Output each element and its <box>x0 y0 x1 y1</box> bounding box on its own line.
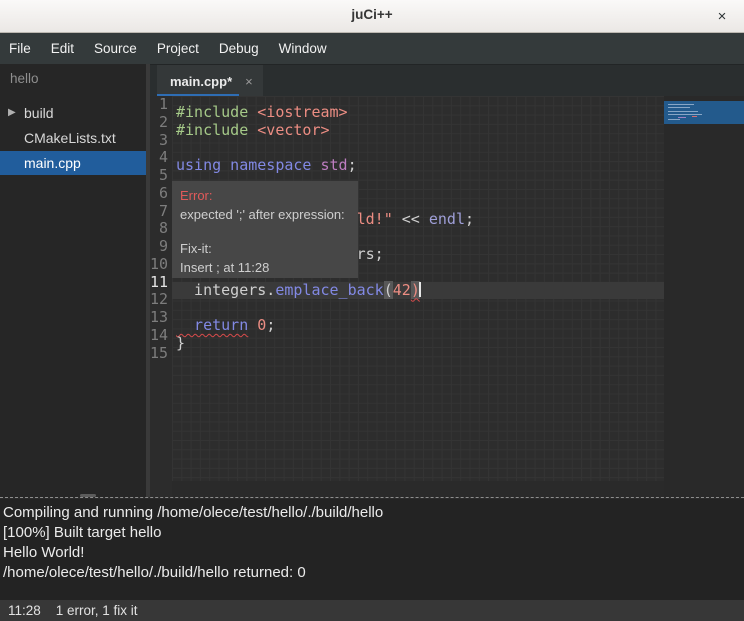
tooltip-error-title: Error: <box>180 186 350 205</box>
tab-close-icon[interactable]: × <box>245 74 253 89</box>
tree-item-main-cpp[interactable]: main.cpp <box>0 151 146 175</box>
splitter-handle[interactable] <box>80 494 96 497</box>
line-number: 2 <box>150 114 172 132</box>
cursor-position: 11:28 <box>8 603 41 618</box>
line-number: 10 <box>150 256 172 274</box>
code-token: std <box>321 156 348 174</box>
line-number: 9 <box>150 238 172 256</box>
project-sidebar: hello ▶ build CMakeLists.txt main.cpp <box>0 64 146 497</box>
line-number: 4 <box>150 149 172 167</box>
tree-item-label: main.cpp <box>24 155 81 171</box>
line-number: 5 <box>150 167 172 185</box>
line-number: 13 <box>150 309 172 327</box>
terminal-line: Hello World! <box>3 543 744 563</box>
code-token: <iostream> <box>257 103 347 121</box>
code-token <box>248 316 257 334</box>
code-area[interactable]: #include <iostream>#include <vector> usin… <box>172 96 664 497</box>
line-number: 14 <box>150 327 172 345</box>
code-token: #include <box>176 121 257 139</box>
code-token: << <box>393 210 429 228</box>
code-token: 0 <box>257 316 266 334</box>
minimap-code-mark <box>668 111 698 112</box>
minimap-code-mark <box>668 114 702 115</box>
minimap-code-mark <box>668 119 680 120</box>
code-line[interactable]: } <box>172 335 664 353</box>
juci-window: juCi++ × File Edit Source Project Debug … <box>0 0 744 621</box>
terminal-line: Compiling and running /home/olece/test/h… <box>3 503 744 523</box>
line-number: 11 <box>150 274 172 292</box>
terminal-output[interactable]: Compiling and running /home/olece/test/h… <box>0 499 744 600</box>
tooltip-error-message: expected ';' after expression: <box>180 205 350 224</box>
line-number: 1 <box>150 96 172 114</box>
code-line[interactable]: using namespace std; <box>172 157 664 175</box>
code-line[interactable]: #include <iostream> <box>172 104 664 122</box>
code-token: <vector> <box>257 121 329 139</box>
minimap-code-mark <box>668 104 694 105</box>
line-number: 12 <box>150 291 172 309</box>
tabbar: main.cpp* × <box>150 64 744 96</box>
menu-file[interactable]: File <box>0 33 41 64</box>
source-editor[interactable]: 123456789101112131415 #include <iostream… <box>150 96 744 497</box>
code-line[interactable]: integers.emplace_back(42) <box>172 282 664 300</box>
line-number: 8 <box>150 220 172 238</box>
close-window-button[interactable]: × <box>710 5 734 29</box>
tooltip-fixit-title: Fix-it: <box>180 239 350 258</box>
code-token: 42 <box>393 281 411 299</box>
menu-debug[interactable]: Debug <box>209 33 269 64</box>
tooltip-fixit-message: Insert ; at 11:28 <box>180 258 350 277</box>
tree-item-label: CMakeLists.txt <box>24 130 116 146</box>
code-token: ; <box>348 156 357 174</box>
tab-main-cpp[interactable]: main.cpp* × <box>157 65 263 97</box>
text-cursor <box>419 282 421 297</box>
diagnostics-summary: 1 error, 1 fix it <box>56 603 138 618</box>
menu-window[interactable]: Window <box>269 33 337 64</box>
minimap-code-mark <box>668 107 690 108</box>
tree-item-cmakelists[interactable]: CMakeLists.txt <box>0 126 146 150</box>
code-token: using namespace <box>176 156 321 174</box>
code-line[interactable]: #include <vector> <box>172 122 664 140</box>
minimap[interactable] <box>664 96 744 497</box>
line-number: 15 <box>150 345 172 363</box>
editor-bottom-strip <box>172 481 664 497</box>
tab-label: main.cpp* <box>170 74 232 89</box>
minimap-viewport[interactable] <box>664 101 744 124</box>
code-token: return <box>176 316 248 334</box>
file-tree: ▶ build CMakeLists.txt main.cpp <box>0 101 146 175</box>
line-number: 3 <box>150 132 172 150</box>
code-line[interactable] <box>172 299 664 317</box>
tooltip-gap <box>180 224 350 239</box>
line-number: 6 <box>150 185 172 203</box>
code-token: integers. <box>176 281 275 299</box>
code-token: endl <box>429 210 465 228</box>
menu-source[interactable]: Source <box>84 33 147 64</box>
menubar: File Edit Source Project Debug Window <box>0 33 744 64</box>
code-line[interactable]: return 0; <box>172 317 664 335</box>
expander-icon[interactable]: ▶ <box>8 101 16 125</box>
code-token: #include <box>176 103 257 121</box>
menu-edit[interactable]: Edit <box>41 33 84 64</box>
terminal-line: [100%] Built target hello <box>3 523 744 543</box>
project-name: hello <box>0 64 146 92</box>
diagnostic-tooltip: Error: expected ';' after expression: Fi… <box>172 181 358 278</box>
code-token: ; <box>266 316 275 334</box>
code-token: emplace_back <box>275 281 383 299</box>
code-token: } <box>176 334 185 352</box>
menu-project[interactable]: Project <box>147 33 209 64</box>
minimap-code-mark <box>678 117 686 118</box>
minimap-error-mark <box>692 116 697 117</box>
code-token: ( <box>384 281 393 299</box>
window-title: juCi++ <box>0 7 744 22</box>
titlebar: juCi++ × <box>0 0 744 33</box>
terminal-line: /home/olece/test/hello/./build/hello ret… <box>3 563 744 583</box>
tree-item-build[interactable]: ▶ build <box>0 101 146 125</box>
editor-pane: main.cpp* × 123456789101112131415 #inclu… <box>150 64 744 497</box>
line-number-gutter: 123456789101112131415 <box>150 96 172 497</box>
code-token: ; <box>465 210 474 228</box>
line-number: 7 <box>150 203 172 221</box>
code-line[interactable] <box>172 140 664 158</box>
code-line[interactable] <box>172 353 664 371</box>
statusbar: 11:28 1 error, 1 fix it <box>0 600 744 621</box>
tree-item-label: build <box>24 105 54 121</box>
